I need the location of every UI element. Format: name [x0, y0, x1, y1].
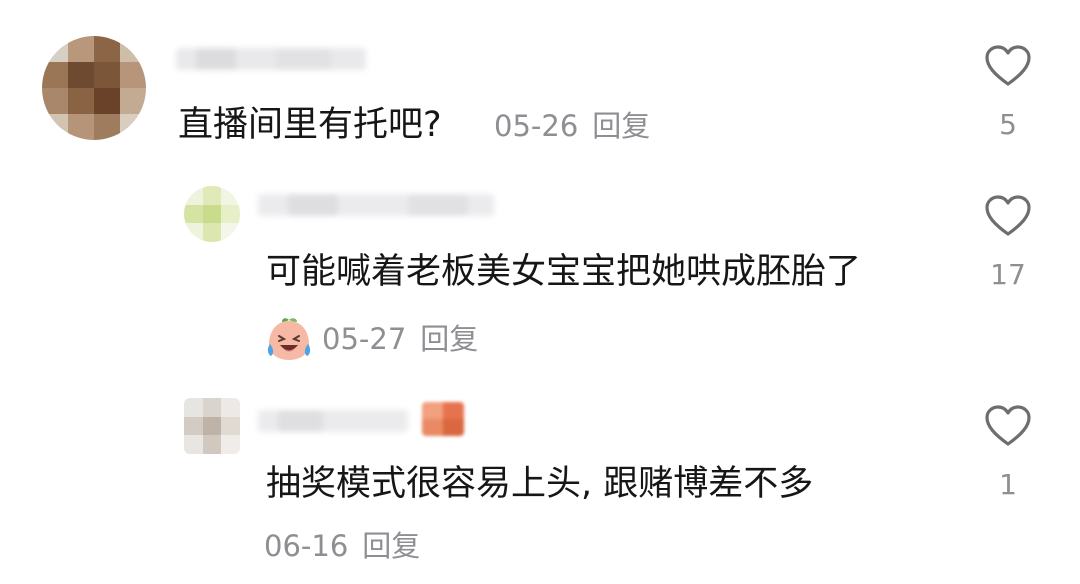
username-blurred[interactable]: [176, 42, 366, 76]
like-button[interactable]: 1: [978, 404, 1038, 502]
like-button[interactable]: 5: [978, 44, 1038, 142]
comment-text: 可能喊着老板美女宝宝把她哄成胚胎了: [266, 252, 862, 292]
comment-meta: 05-27 回复: [264, 314, 478, 364]
reply-button[interactable]: 回复: [362, 528, 420, 564]
user-avatar[interactable]: [184, 398, 240, 454]
comment-date: 05-26: [494, 109, 579, 143]
user-badge-blurred: [422, 402, 464, 436]
username-blurred[interactable]: [258, 188, 494, 222]
crying-laughing-peach-emoji-icon: [267, 318, 311, 360]
heart-icon: [985, 195, 1031, 236]
like-count: 5: [999, 108, 1017, 141]
like-count: 1: [999, 468, 1017, 501]
username-blurred[interactable]: [258, 404, 408, 438]
comment-meta: 06-16 回复: [264, 528, 420, 564]
heart-icon: [985, 405, 1031, 446]
like-button[interactable]: 17: [978, 194, 1038, 292]
comment-date: 06-16: [264, 529, 349, 563]
like-count: 17: [990, 258, 1026, 291]
user-avatar[interactable]: [42, 36, 146, 140]
user-avatar[interactable]: [184, 186, 240, 242]
reply-button[interactable]: 回复: [592, 108, 650, 144]
comment-text: 直播间里有托吧?: [178, 105, 442, 145]
comment-date: 05-27: [322, 322, 407, 356]
comment-meta: 05-26 回复: [494, 108, 650, 144]
reply-button[interactable]: 回复: [420, 321, 478, 357]
heart-icon: [985, 45, 1031, 86]
comment-text: 抽奖模式很容易上头, 跟赌博差不多: [266, 464, 814, 504]
